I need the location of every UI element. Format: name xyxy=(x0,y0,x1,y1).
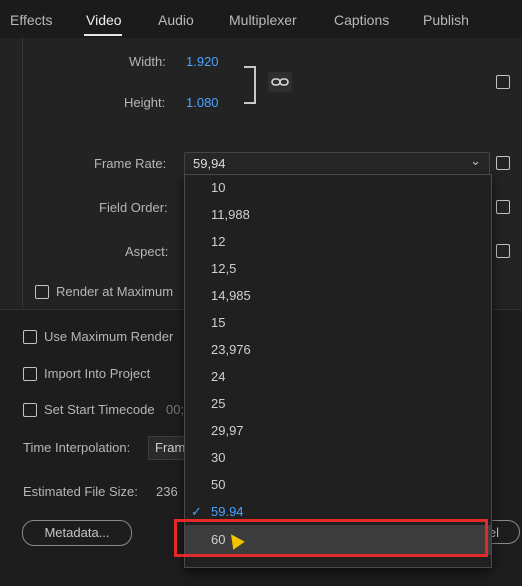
tab-captions[interactable]: Captions xyxy=(334,12,389,28)
checkmark-icon: ✓ xyxy=(191,504,202,519)
aspect-override-checkbox[interactable] xyxy=(496,244,510,258)
tab-audio[interactable]: Audio xyxy=(158,12,194,28)
tab-bar: Effects Video Audio Multiplexer Captions… xyxy=(0,0,522,39)
frame-rate-option[interactable]: 50 xyxy=(185,472,491,498)
field-order-label: Field Order: xyxy=(99,200,168,215)
frame-rate-option[interactable]: 24 xyxy=(185,364,491,390)
chevron-down-icon: ⌄ xyxy=(470,153,481,168)
render-max-depth-checkbox[interactable] xyxy=(35,285,49,299)
frame-rate-select[interactable]: 59,94 ⌄ xyxy=(184,152,490,176)
import-into-project-label: Import Into Project xyxy=(44,366,151,381)
tab-effects[interactable]: Effects xyxy=(10,12,53,28)
frame-rate-option[interactable]: 29,97 xyxy=(185,418,491,444)
set-start-timecode-label: Set Start Timecode xyxy=(44,402,155,417)
panel-divider xyxy=(22,38,23,308)
link-icon[interactable] xyxy=(268,72,292,92)
frame-rate-option[interactable]: 10 xyxy=(185,175,491,201)
field-order-override-checkbox[interactable] xyxy=(496,200,510,214)
tab-publish[interactable]: Publish xyxy=(423,12,469,28)
estimated-file-size-label: Estimated File Size: xyxy=(23,484,138,499)
height-label: Height: xyxy=(124,95,166,110)
frame-rate-option[interactable]: 25 xyxy=(185,391,491,417)
frame-rate-option[interactable]: 12,5 xyxy=(185,256,491,282)
metadata-button[interactable]: Metadata... xyxy=(22,520,132,546)
width-label: Width: xyxy=(129,54,166,69)
start-timecode-value[interactable]: 00; xyxy=(166,402,184,417)
tab-multiplexer[interactable]: Multiplexer xyxy=(229,12,297,28)
frame-rate-value: 59,94 xyxy=(193,156,226,171)
render-max-depth-label: Render at Maximum xyxy=(56,284,174,299)
height-value[interactable]: 1.080 xyxy=(186,95,219,110)
frame-rate-option[interactable]: 12 xyxy=(185,229,491,255)
frame-rate-option[interactable]: 30 xyxy=(185,445,491,471)
use-max-render-quality-checkbox[interactable] xyxy=(23,330,37,344)
frame-rate-option[interactable]: 11,988 xyxy=(185,202,491,228)
highlight-box xyxy=(174,519,488,557)
time-interpolation-label: Time Interpolation: xyxy=(23,440,131,455)
frame-rate-option[interactable]: 15 xyxy=(185,310,491,336)
frame-rate-dropdown-list: 10 11,988 12 12,5 14,985 15 23,976 24 25… xyxy=(184,174,492,568)
dimension-link-bracket xyxy=(244,66,256,104)
active-tab-indicator xyxy=(84,34,122,36)
import-into-project-checkbox[interactable] xyxy=(23,367,37,381)
estimated-file-size-value: 236 xyxy=(156,484,178,499)
tab-video[interactable]: Video xyxy=(86,12,122,28)
time-interpolation-value: Fram xyxy=(155,440,186,455)
width-value[interactable]: 1.920 xyxy=(186,54,219,69)
frame-rate-option[interactable]: 14,985 xyxy=(185,283,491,309)
aspect-label: Aspect: xyxy=(125,244,169,259)
frame-rate-override-checkbox[interactable] xyxy=(496,156,510,170)
set-start-timecode-checkbox[interactable] xyxy=(23,403,37,417)
frame-rate-option[interactable]: 23,976 xyxy=(185,337,491,363)
dimensions-override-checkbox[interactable] xyxy=(496,75,510,89)
use-max-render-quality-label: Use Maximum Render xyxy=(44,329,174,344)
frame-rate-label: Frame Rate: xyxy=(94,156,167,171)
